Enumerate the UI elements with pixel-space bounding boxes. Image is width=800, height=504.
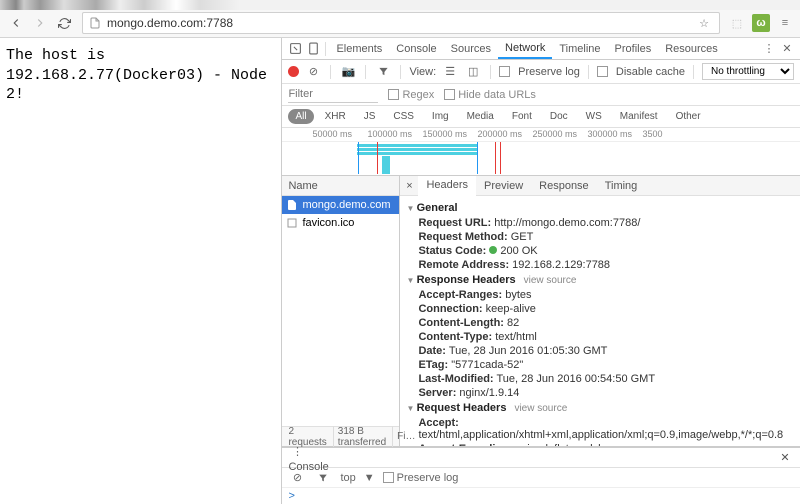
tab-profiles[interactable]: Profiles <box>608 40 659 58</box>
console-filter-icon[interactable] <box>314 469 332 487</box>
tab-resources[interactable]: Resources <box>658 40 725 58</box>
browser-chrome: mongo.demo.com:7788 ☆ ⬚ ω ≡ <box>0 0 800 38</box>
document-icon <box>286 217 298 229</box>
timeline-bars <box>282 142 800 176</box>
forward-button[interactable] <box>30 13 50 33</box>
clear-icon[interactable]: ⊘ <box>304 63 322 81</box>
browser-toolbar: mongo.demo.com:7788 ☆ ⬚ ω ≡ <box>0 10 800 37</box>
name-header[interactable]: Name <box>282 176 399 196</box>
back-button[interactable] <box>6 13 26 33</box>
detail-tab-headers[interactable]: Headers <box>418 176 476 196</box>
inspect-icon[interactable] <box>286 40 304 58</box>
type-font[interactable]: Font <box>505 109 539 124</box>
type-css[interactable]: CSS <box>386 109 421 124</box>
document-icon <box>286 199 298 211</box>
close-details-icon[interactable]: × <box>400 180 418 192</box>
device-toggle-icon[interactable] <box>304 40 322 58</box>
view-frame-icon[interactable]: ◫ <box>464 63 482 81</box>
type-other[interactable]: Other <box>669 109 708 124</box>
request-row[interactable]: favicon.ico <box>282 214 399 232</box>
response-headers-section[interactable]: Response Headersview source <box>406 272 794 288</box>
tab-elements[interactable]: Elements <box>329 40 389 58</box>
type-doc[interactable]: Doc <box>543 109 575 124</box>
tab-timeline[interactable]: Timeline <box>552 40 607 58</box>
bookmark-icon[interactable]: ☆ <box>695 14 713 32</box>
view-label: View: <box>409 66 436 78</box>
detail-tab-timing[interactable]: Timing <box>597 177 646 195</box>
tab-network[interactable]: Network <box>498 39 552 59</box>
type-xhr[interactable]: XHR <box>318 109 353 124</box>
console-menu-icon[interactable]: ⋮ <box>288 443 306 461</box>
filter-input[interactable] <box>288 87 378 103</box>
extension-icon-2[interactable]: ω <box>752 14 770 32</box>
detail-tab-preview[interactable]: Preview <box>476 177 531 195</box>
type-all[interactable]: All <box>288 109 313 124</box>
page-icon <box>89 17 101 29</box>
console-clear-icon[interactable]: ⊘ <box>288 469 306 487</box>
network-timeline[interactable]: 50000 ms 100000 ms 150000 ms 200000 ms 2… <box>282 128 800 176</box>
tab-strip <box>0 0 800 10</box>
tab-sources[interactable]: Sources <box>444 40 498 58</box>
devtools-menu-icon[interactable]: ⋮ <box>760 40 778 58</box>
page-body: The host is 192.168.2.77(Docker03) - Nod… <box>0 38 281 504</box>
network-table: Name mongo.demo.com favicon.ico 2 reques… <box>282 176 800 447</box>
status-dot-icon <box>489 246 497 254</box>
network-controls: ⊘ 📷 View: ☰ ◫ Preserve log Disable cache… <box>282 60 800 84</box>
reload-button[interactable] <box>54 13 74 33</box>
console-preserve-checkbox[interactable] <box>383 472 394 483</box>
type-img[interactable]: Img <box>425 109 456 124</box>
devtools-tabs: Elements Console Sources Network Timelin… <box>282 38 800 60</box>
tab-console[interactable]: Console <box>389 40 443 58</box>
type-filter-row: All XHR JS CSS Img Media Font Doc WS Man… <box>282 106 800 128</box>
console-scope[interactable]: top <box>340 472 355 484</box>
type-ws[interactable]: WS <box>579 109 609 124</box>
type-js[interactable]: JS <box>357 109 383 124</box>
url-text: mongo.demo.com:7788 <box>107 16 695 30</box>
address-bar[interactable]: mongo.demo.com:7788 ☆ <box>82 12 720 34</box>
request-list: Name mongo.demo.com favicon.ico 2 reques… <box>282 176 400 446</box>
extension-icon-1[interactable]: ⬚ <box>728 14 746 32</box>
console-close-icon[interactable]: ✕ <box>776 451 794 464</box>
preserve-log-checkbox[interactable] <box>499 66 510 77</box>
detail-tab-response[interactable]: Response <box>531 177 597 195</box>
filter-row: Regex Hide data URLs <box>282 84 800 106</box>
throttling-select[interactable]: No throttling <box>702 63 794 80</box>
console-prompt[interactable]: > <box>282 488 800 504</box>
regex-checkbox[interactable] <box>388 89 399 100</box>
view-list-icon[interactable]: ☰ <box>441 63 459 81</box>
chrome-menu-icon[interactable]: ≡ <box>776 14 794 32</box>
request-headers-section[interactable]: Request Headersview source <box>406 400 794 416</box>
hide-urls-checkbox[interactable] <box>444 89 455 100</box>
type-manifest[interactable]: Manifest <box>613 109 665 124</box>
headers-body: General Request URL: http://mongo.demo.c… <box>400 196 800 446</box>
type-media[interactable]: Media <box>460 109 501 124</box>
general-section[interactable]: General <box>406 200 794 216</box>
request-row[interactable]: mongo.demo.com <box>282 196 399 214</box>
filter-icon[interactable] <box>374 63 392 81</box>
record-button[interactable] <box>288 66 299 77</box>
disable-cache-checkbox[interactable] <box>597 66 608 77</box>
devtools-panel: Elements Console Sources Network Timelin… <box>281 38 800 504</box>
capture-icon[interactable]: 📷 <box>339 63 357 81</box>
request-details: × Headers Preview Response Timing Genera… <box>400 176 800 446</box>
console-drawer: ⋮ Console ✕ ⊘ top ▼ Preserve log > <box>282 447 800 504</box>
devtools-close-icon[interactable]: ✕ <box>778 40 796 58</box>
